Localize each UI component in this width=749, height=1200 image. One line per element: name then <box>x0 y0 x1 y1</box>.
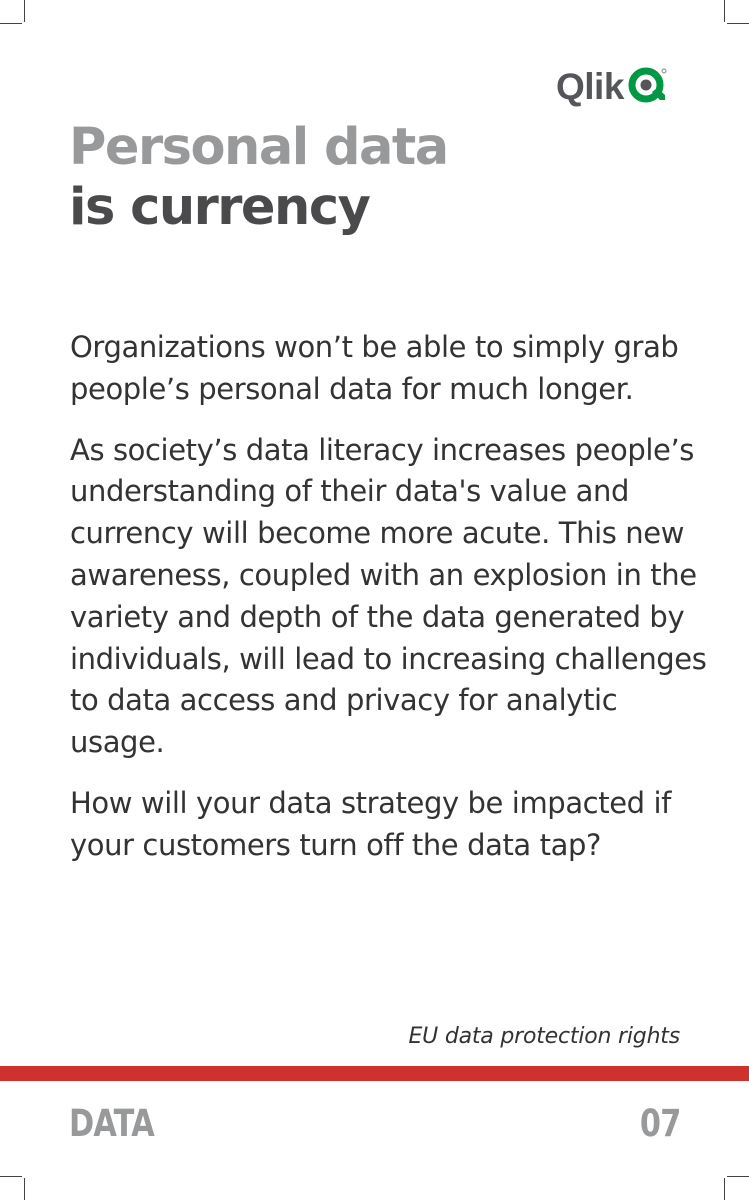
title-line-2: is currency <box>69 178 371 237</box>
crop-mark-top-left-h <box>0 23 22 24</box>
crop-mark-top-right-h <box>727 23 749 24</box>
crop-mark-bottom-right <box>724 1178 725 1200</box>
body-text: Organizations won’t be able to simply gr… <box>70 327 710 886</box>
page-number: 07 <box>639 1102 680 1145</box>
page-title: Personal data is currency <box>69 118 449 238</box>
crop-mark-bottom-left-h <box>0 1176 22 1177</box>
logo-wordmark: Qlik <box>556 65 624 107</box>
crop-mark-bottom-left <box>24 1178 25 1200</box>
footnote: EU data protection rights <box>408 1024 680 1049</box>
crop-mark-top-left <box>24 0 25 22</box>
qlik-logo: Qlik <box>556 64 688 108</box>
crop-mark-bottom-right-h <box>727 1176 749 1177</box>
crop-mark-top-right <box>724 0 725 22</box>
category-label: DATA <box>69 1102 155 1145</box>
title-line-1: Personal data <box>69 118 449 177</box>
paragraph: As society’s data literacy increases peo… <box>70 432 707 760</box>
qlik-q-icon <box>628 67 667 103</box>
footer-divider <box>0 1066 749 1081</box>
paragraph: How will your data strategy be impacted … <box>70 785 671 862</box>
paragraph: Organizations won’t be able to simply gr… <box>70 330 679 406</box>
